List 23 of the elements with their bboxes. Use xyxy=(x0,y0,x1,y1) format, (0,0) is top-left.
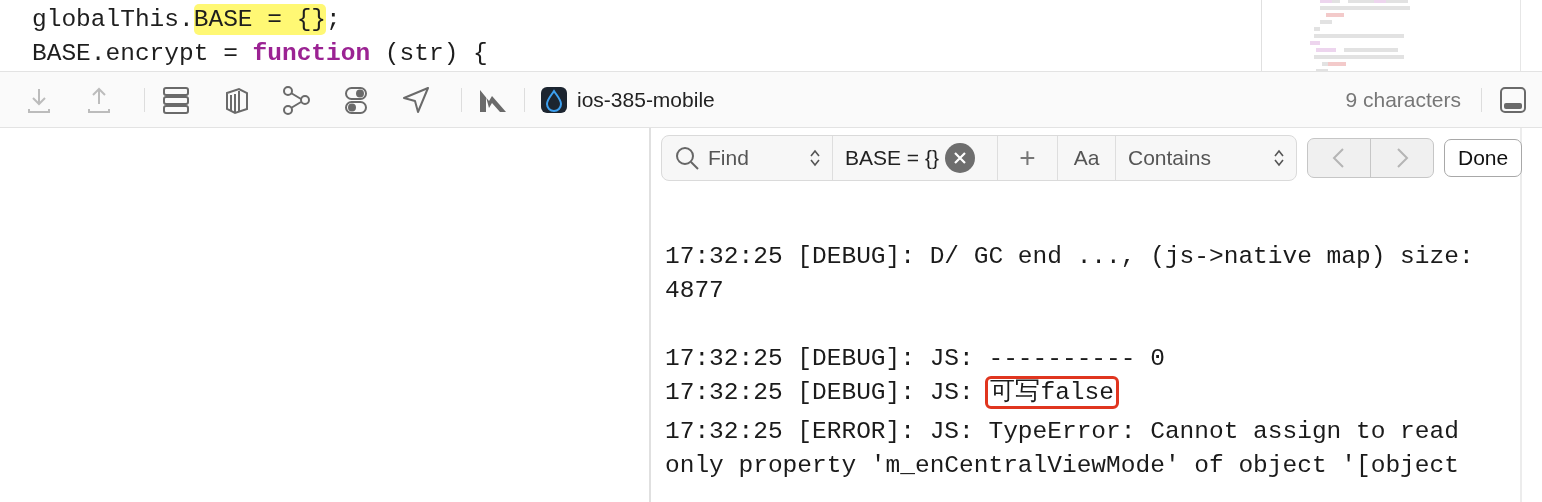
branch-icon[interactable] xyxy=(281,84,311,115)
log-line: 17:32:25 [ERROR]: JS: TypeError: Cannot assign to read only property 'm_enCentralViewMode' of object '[object xyxy=(665,417,1460,481)
clear-icon[interactable] xyxy=(945,143,975,173)
search-icon xyxy=(674,145,700,171)
log-line: 17:32:25 [DEBUG]: JS: 可写false xyxy=(665,376,1504,410)
code-line: BASE.encrypt = function (str) { xyxy=(32,39,489,69)
match-popup[interactable]: Contains xyxy=(1116,136,1296,180)
find-mode-popup[interactable]: Find xyxy=(662,136,833,180)
bottom-panel-icon[interactable] xyxy=(1498,84,1528,115)
up-down-chevron-icon xyxy=(1274,149,1284,167)
stack-icon[interactable] xyxy=(161,84,191,115)
search-field[interactable]: BASE = {} xyxy=(833,136,998,180)
up-down-chevron-icon xyxy=(810,149,820,167)
case-sensitive-button[interactable]: Aa xyxy=(1073,146,1100,170)
log-line: 17:32:25 [DEBUG]: D/ GC end ..., (js->native map) size: 4877 xyxy=(665,242,1475,306)
location-arrow-icon[interactable] xyxy=(401,84,431,115)
drop-app-icon xyxy=(541,86,567,113)
add-button[interactable]: + xyxy=(1019,142,1036,174)
code-line: globalThis.BASE = {}; xyxy=(32,3,342,36)
done-button[interactable]: Done xyxy=(1444,139,1523,177)
character-count: 9 characters xyxy=(1345,87,1461,112)
log-line: 17:32:25 [DEBUG]: JS: ---------- 0 xyxy=(665,344,1166,374)
scheme-name[interactable]: ios-385-mobile xyxy=(577,87,715,112)
